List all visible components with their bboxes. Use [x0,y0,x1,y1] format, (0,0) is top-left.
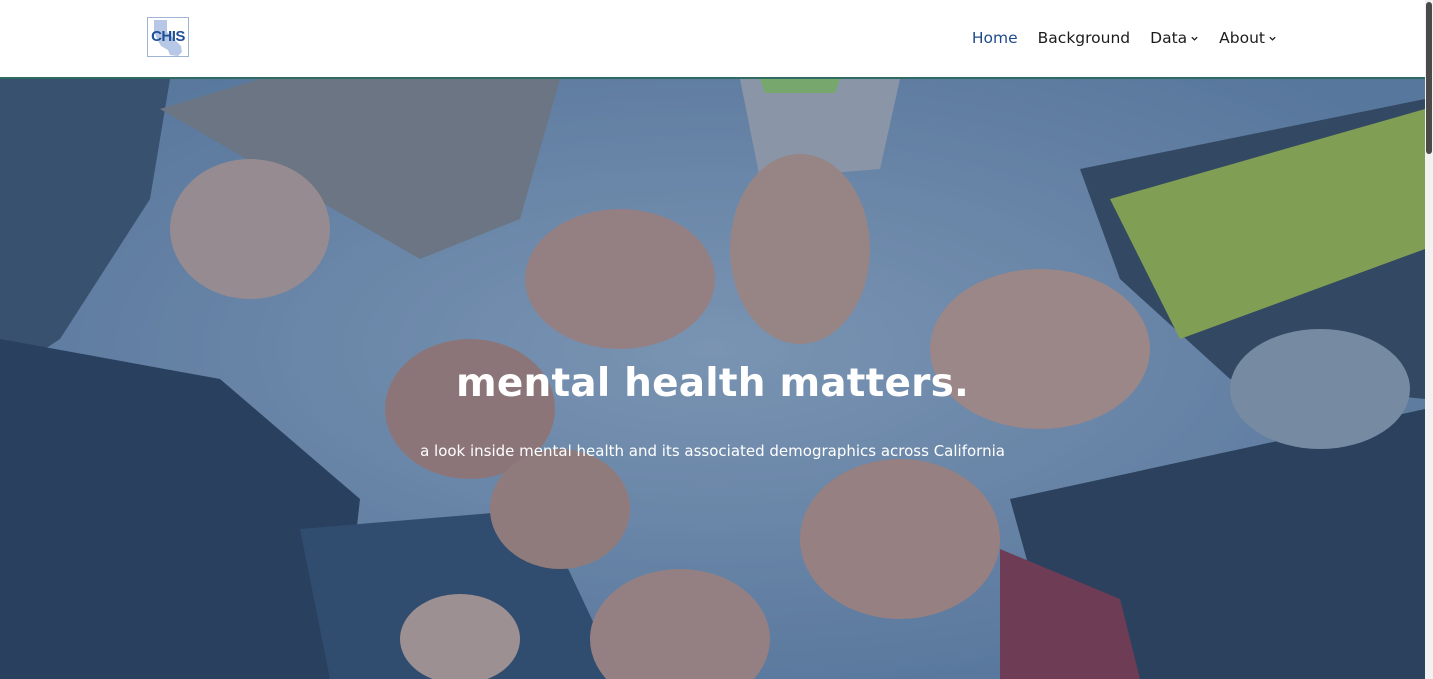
nav-item-background[interactable]: Background [1038,29,1130,47]
chevron-down-icon [1269,36,1276,41]
scrollbar-thumb[interactable] [1426,2,1432,154]
nav-item-home[interactable]: Home [972,29,1018,47]
logo-text: CHIS [151,28,185,45]
site-header: CHIS Home Background Data About [0,0,1425,79]
hero-section: mental health matters. a look inside men… [0,79,1425,679]
hero-subtitle: a look inside mental health and its asso… [420,442,1005,460]
nav-item-data[interactable]: Data [1150,29,1199,47]
nav-item-about[interactable]: About [1219,29,1277,47]
main-nav: Home Background Data About [972,26,1277,50]
chis-logo[interactable]: CHIS [147,17,189,57]
nav-item-label: About [1219,29,1265,47]
nav-item-label: Data [1150,29,1188,47]
nav-item-label: Home [971,29,1018,47]
nav-item-label: Background [1037,29,1131,47]
page-scrollbar[interactable] [1425,0,1433,679]
chevron-down-icon [1191,36,1198,41]
hero-title: mental health matters. [456,361,969,406]
